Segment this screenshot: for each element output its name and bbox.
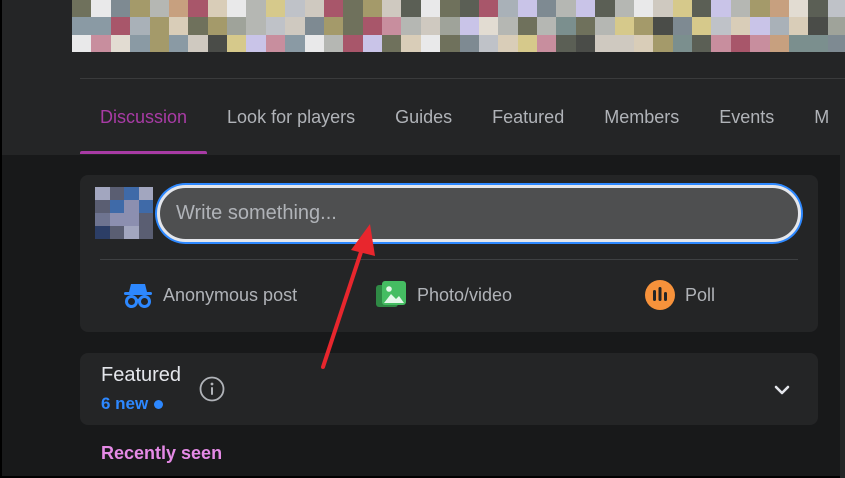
photo-video-button[interactable]: Photo/video (375, 277, 512, 313)
tab-members[interactable]: Members (584, 80, 699, 154)
anonymous-post-button[interactable]: Anonymous post (123, 277, 297, 313)
poll-icon (645, 280, 675, 310)
tab-label: Discussion (100, 106, 188, 127)
chevron-down-icon (774, 385, 790, 395)
tab-label: Featured (492, 106, 565, 127)
unread-dot (154, 399, 164, 409)
tab-look-for-players[interactable]: Look for players (207, 80, 375, 154)
tab-events[interactable]: Events (699, 80, 794, 154)
recently-seen-heading: Recently seen (101, 443, 223, 463)
featured-section: Featured 6 new (80, 353, 818, 425)
info-icon[interactable] (199, 376, 225, 402)
tab-label: M (814, 106, 830, 127)
expand-featured-button[interactable] (768, 376, 796, 404)
composer-divider (100, 259, 798, 260)
anonymous-post-label: Anonymous post (163, 284, 298, 305)
tab-guides[interactable]: Guides (375, 80, 472, 154)
group-tabs: Discussion Look for players Guides Featu… (80, 80, 845, 154)
tab-label: Events (719, 106, 775, 127)
featured-title: Featured (101, 364, 182, 386)
header-divider (80, 78, 845, 79)
tab-label: Guides (395, 106, 453, 127)
poll-button[interactable]: Poll (645, 277, 715, 313)
photo-video-label: Photo/video (417, 284, 513, 305)
featured-new-count[interactable]: 6 new (101, 394, 164, 414)
tab-more[interactable]: M (794, 80, 845, 154)
tab-label: Members (604, 106, 680, 127)
photo-icon (376, 281, 406, 307)
post-composer: Anonymous post Photo/video Poll (80, 175, 818, 332)
incognito-icon (124, 284, 152, 308)
group-header: Discussion Look for players Guides Featu… (2, 0, 845, 155)
poll-label: Poll (685, 284, 716, 305)
cover-image-pixelated (72, 0, 845, 52)
avatar[interactable] (95, 187, 153, 239)
featured-new-label: 6 new (101, 394, 149, 413)
write-something-input[interactable] (157, 185, 801, 242)
tab-label: Look for players (227, 106, 356, 127)
right-edge-panel (840, 155, 845, 478)
tab-featured[interactable]: Featured (472, 80, 584, 154)
tab-discussion[interactable]: Discussion (80, 80, 208, 154)
